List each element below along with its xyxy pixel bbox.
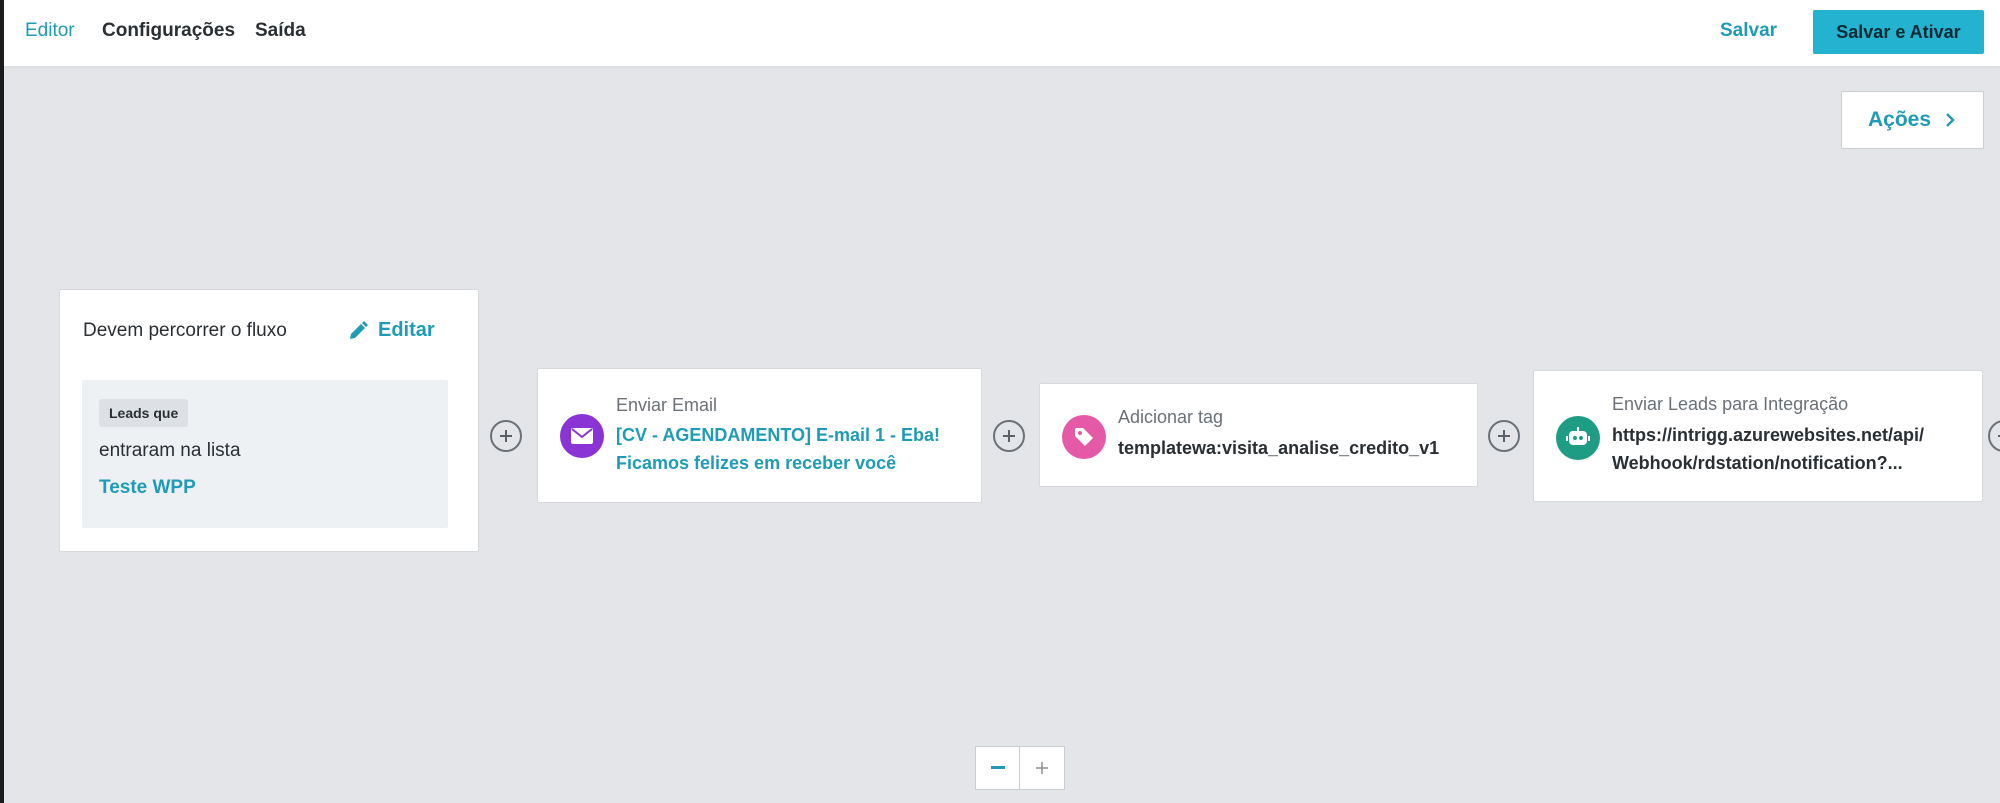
step-type-label: Enviar Email	[616, 395, 718, 415]
add-step-button[interactable]	[1988, 420, 2000, 452]
plus-icon	[1003, 430, 1015, 442]
tab-configuracoes[interactable]: Configurações	[102, 20, 235, 42]
start-card-title: Devem percorrer o fluxo	[83, 320, 287, 341]
add-step-button[interactable]	[1488, 420, 1520, 452]
add-step-button[interactable]	[490, 420, 522, 452]
condition-text: entraram na lista	[99, 440, 241, 461]
actions-label: Ações	[1867, 108, 1932, 131]
edit-label: Editar	[378, 319, 435, 341]
zoom-controls	[975, 746, 1065, 790]
step-card-integration[interactable]: Enviar Leads para Integração https://int…	[1533, 370, 1983, 502]
robot-icon	[1556, 416, 1600, 460]
leads-badge: Leads que	[99, 399, 189, 427]
list-name-link[interactable]: Teste WPP	[99, 477, 196, 499]
step-card-send-email[interactable]: Enviar Email [CV - AGENDAMENTO] E-mail 1…	[537, 368, 982, 503]
zoom-in-button[interactable]	[1020, 747, 1064, 789]
entry-condition-box: Leads que entraram na lista Teste WPP	[82, 380, 448, 528]
tab-editor[interactable]: Editor	[25, 20, 75, 42]
step-email-name-link[interactable]: [CV - AGENDAMENTO] E-mail 1 - Eba! Ficam…	[616, 421, 966, 477]
step-type-label: Adicionar tag	[1118, 407, 1224, 427]
tab-saida[interactable]: Saída	[255, 20, 306, 42]
plus-icon	[1498, 430, 1510, 442]
pencil-icon	[350, 320, 368, 339]
envelope-icon	[560, 414, 604, 458]
step-card-add-tag[interactable]: Adicionar tag templatewa:visita_analise_…	[1039, 383, 1478, 487]
step-type-label: Enviar Leads para Integração	[1612, 394, 1849, 414]
plus-icon	[500, 430, 512, 442]
flow-start-card: Devem percorrer o fluxo Editar Leads que…	[59, 289, 479, 552]
tag-icon	[1062, 415, 1106, 459]
top-navbar: Editor Configurações Saída Salvar Salvar…	[4, 0, 2000, 66]
plus-icon	[1998, 435, 2000, 437]
zoom-out-button[interactable]	[976, 747, 1020, 789]
minus-icon	[990, 766, 1005, 769]
save-button[interactable]: Salvar	[1720, 20, 1777, 42]
plus-icon	[1036, 762, 1048, 774]
app-frame: Editor Configurações Saída Salvar Salvar…	[4, 0, 2000, 803]
edit-button[interactable]: Editar	[348, 319, 435, 342]
add-step-button[interactable]	[993, 420, 1025, 452]
save-and-activate-button[interactable]: Salvar e Ativar	[1813, 10, 1984, 54]
step-tag-value: templatewa:visita_analise_credito_v1	[1118, 438, 1440, 458]
actions-button[interactable]: Ações	[1841, 91, 1984, 149]
chevron-right-icon	[1946, 113, 1955, 127]
step-webhook-url: https://intrigg.azurewebsites.net/api/ W…	[1612, 425, 1925, 473]
